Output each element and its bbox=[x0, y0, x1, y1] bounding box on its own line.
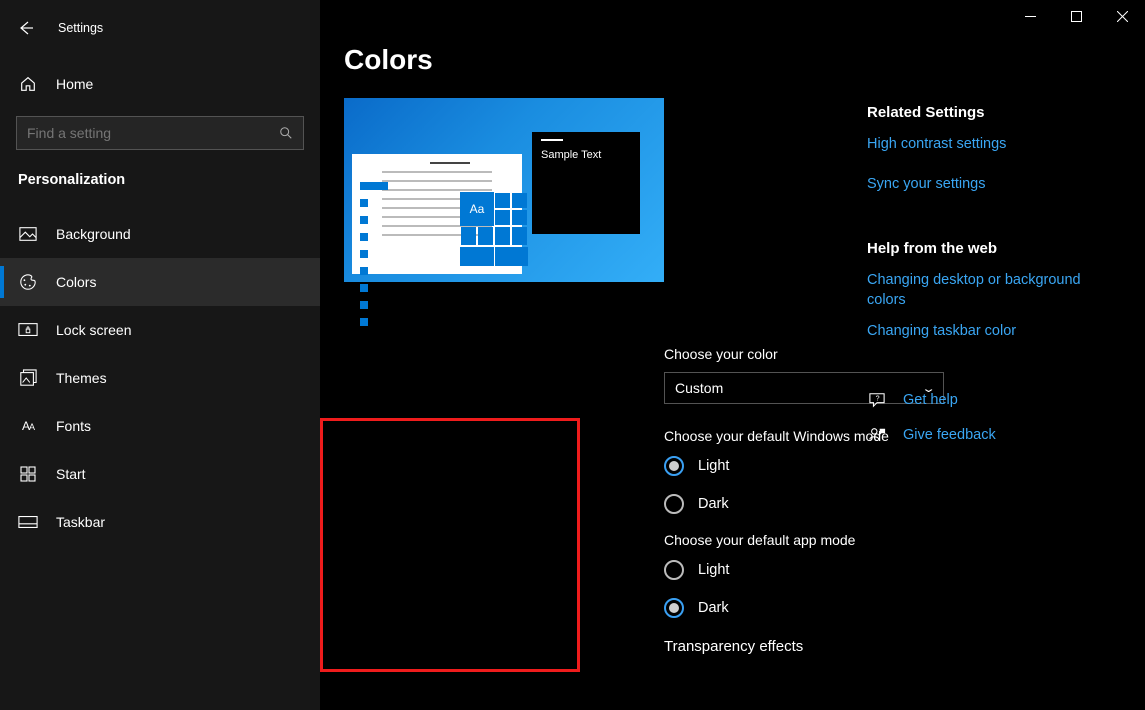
sidebar-item-label: Themes bbox=[56, 370, 107, 386]
taskbar-icon bbox=[18, 515, 38, 529]
app-mode-label: Choose your default app mode bbox=[664, 532, 954, 548]
close-button[interactable] bbox=[1099, 0, 1145, 32]
sidebar-item-label: Start bbox=[56, 466, 86, 482]
palette-icon bbox=[18, 273, 38, 291]
search-input[interactable] bbox=[16, 116, 304, 150]
related-heading: Related Settings bbox=[867, 104, 1117, 121]
sidebar-item-label: Background bbox=[56, 226, 131, 242]
sidebar: Settings Home Personalization Background bbox=[0, 0, 320, 710]
sidebar-item-themes[interactable]: Themes bbox=[0, 354, 320, 402]
help-heading: Help from the web bbox=[867, 240, 1117, 257]
sidebar-item-taskbar[interactable]: Taskbar bbox=[0, 498, 320, 546]
radio-label: Dark bbox=[698, 600, 729, 616]
radio-app-dark[interactable]: Dark bbox=[664, 598, 954, 618]
radio-icon bbox=[664, 494, 684, 514]
section-title: Personalization bbox=[0, 150, 320, 196]
window-title: Settings bbox=[58, 21, 103, 35]
sidebar-item-label: Colors bbox=[56, 274, 96, 290]
sidebar-item-fonts[interactable]: AA Fonts bbox=[0, 402, 320, 450]
radio-app-light[interactable]: Light bbox=[664, 560, 954, 580]
minimize-button[interactable] bbox=[1007, 0, 1053, 32]
link-sync-settings[interactable]: Sync your settings bbox=[867, 175, 1117, 195]
sidebar-item-label: Fonts bbox=[56, 418, 91, 434]
radio-icon bbox=[664, 560, 684, 580]
svg-text:?: ? bbox=[876, 394, 880, 402]
search-field[interactable] bbox=[27, 125, 266, 141]
radio-icon bbox=[664, 456, 684, 476]
sidebar-item-background[interactable]: Background bbox=[0, 210, 320, 258]
themes-icon bbox=[18, 369, 38, 387]
color-preview: Aa Sample Text bbox=[344, 98, 664, 282]
dropdown-value: Custom bbox=[675, 380, 723, 396]
get-help-label: Get help bbox=[903, 392, 958, 408]
sidebar-item-label: Taskbar bbox=[56, 514, 105, 530]
page-title: Colors bbox=[344, 44, 1145, 76]
search-icon bbox=[279, 126, 293, 140]
sidebar-item-home[interactable]: Home bbox=[0, 62, 320, 106]
link-changing-desktop-colors[interactable]: Changing desktop or background colors bbox=[867, 271, 1117, 310]
sidebar-item-colors[interactable]: Colors bbox=[0, 258, 320, 306]
right-rail: Related Settings High contrast settings … bbox=[867, 104, 1117, 462]
preview-tile-aa: Aa bbox=[460, 192, 494, 226]
home-icon bbox=[18, 75, 38, 93]
link-changing-taskbar-color[interactable]: Changing taskbar color bbox=[867, 322, 1117, 342]
give-feedback-link[interactable]: Give feedback bbox=[867, 426, 1117, 444]
link-high-contrast[interactable]: High contrast settings bbox=[867, 135, 1117, 155]
annotation-highlight bbox=[320, 418, 580, 672]
back-button[interactable] bbox=[16, 18, 36, 38]
help-icon: ? bbox=[867, 392, 887, 408]
preview-sample-text: Sample Text bbox=[541, 149, 631, 161]
get-help-link[interactable]: ? Get help bbox=[867, 392, 1117, 408]
lock-screen-icon bbox=[18, 322, 38, 338]
radio-windows-dark[interactable]: Dark bbox=[664, 494, 954, 514]
radio-label: Light bbox=[698, 562, 729, 578]
sidebar-item-lock-screen[interactable]: Lock screen bbox=[0, 306, 320, 354]
transparency-label: Transparency effects bbox=[664, 638, 954, 655]
radio-icon bbox=[664, 598, 684, 618]
start-icon bbox=[18, 466, 38, 482]
fonts-icon: AA bbox=[18, 419, 38, 433]
feedback-icon bbox=[867, 426, 887, 444]
radio-label: Light bbox=[698, 458, 729, 474]
picture-icon bbox=[18, 226, 38, 242]
sidebar-item-start[interactable]: Start bbox=[0, 450, 320, 498]
give-feedback-label: Give feedback bbox=[903, 427, 996, 443]
sidebar-item-label: Lock screen bbox=[56, 322, 131, 338]
maximize-button[interactable] bbox=[1053, 0, 1099, 32]
home-label: Home bbox=[56, 76, 93, 92]
radio-label: Dark bbox=[698, 496, 729, 512]
